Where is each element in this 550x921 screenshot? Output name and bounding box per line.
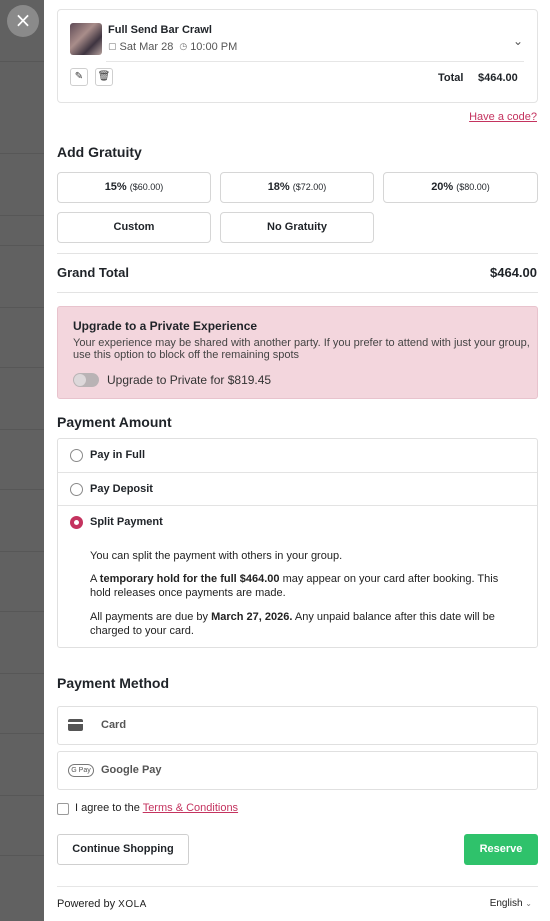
radio-button[interactable]	[70, 449, 83, 462]
event-time: 10:00 PM	[190, 41, 238, 53]
pay-option-label: Split Payment	[90, 516, 163, 528]
xola-logo: XOLA	[118, 899, 147, 910]
expand-chevron-icon[interactable]: ⌄	[513, 34, 523, 48]
close-icon: ×	[14, 8, 32, 32]
upgrade-private-toggle[interactable]	[73, 373, 99, 387]
split-due-notice: All payments are due by March 27, 2026. …	[90, 611, 495, 637]
upgrade-title: Upgrade to a Private Experience	[73, 319, 258, 333]
backdrop-line	[0, 367, 44, 368]
terms-link[interactable]: Terms & Conditions	[143, 802, 238, 814]
terms-agreement: I agree to the Terms & Conditions	[75, 802, 239, 814]
split-info-line: You can split the payment with others in…	[90, 550, 343, 562]
gratuity-option-amount: ($60.00)	[129, 182, 164, 192]
gratuity-option-amount: ($80.00)	[456, 182, 490, 192]
pay-in-full-option[interactable]: Pay in Full	[58, 439, 537, 473]
language-label: English	[489, 898, 523, 909]
gratuity-option-label: 20%	[431, 181, 454, 193]
clock-icon: ◷	[179, 42, 188, 52]
backdrop-line	[0, 61, 44, 62]
gratuity-option-label: No Gratuity	[267, 221, 327, 233]
event-title: Full Send Bar Crawl	[108, 24, 212, 36]
terms-checkbox[interactable]	[57, 803, 69, 815]
gratuity-heading: Add Gratuity	[57, 144, 142, 160]
no-gratuity-button[interactable]: No Gratuity	[220, 212, 374, 243]
pay-option-label: Pay Deposit	[90, 483, 153, 495]
payment-method-label: Google Pay	[101, 764, 162, 776]
google-pay-icon: G Pay	[68, 764, 94, 777]
pay-option-label: Pay in Full	[90, 449, 146, 461]
backdrop-line	[0, 153, 44, 154]
cart-item-card: Full Send Bar Crawl ▢ Sat Mar 28 ◷ 10:00…	[57, 9, 538, 103]
backdrop-line	[0, 733, 44, 734]
pay-deposit-option[interactable]: Pay Deposit	[58, 473, 537, 506]
upgrade-toggle-label[interactable]: Upgrade to Private for $819.45	[107, 373, 271, 387]
trash-icon: 🗑	[97, 71, 111, 82]
split-hold-notice: A temporary hold for the full $464.00 ma…	[90, 573, 499, 599]
backdrop-line	[0, 429, 44, 430]
modal-backdrop[interactable]	[0, 0, 44, 921]
backdrop-line	[0, 551, 44, 552]
calendar-icon: ▢	[108, 42, 117, 52]
delete-button[interactable]: 🗑	[95, 68, 113, 86]
footer-divider	[57, 886, 538, 887]
chevron-down-icon: ⌄	[525, 899, 532, 908]
section-divider	[57, 292, 538, 293]
gratuity-option-label: Custom	[113, 221, 155, 233]
event-datetime: ▢ Sat Mar 28 ◷ 10:00 PM	[108, 41, 237, 53]
gratuity-20-button[interactable]: 20% ($80.00)	[383, 172, 538, 203]
google-pay-option[interactable]: G Pay Google Pay	[57, 751, 538, 790]
gratuity-option-label: 18%	[267, 181, 290, 193]
backdrop-line	[0, 855, 44, 856]
close-button[interactable]: ×	[7, 5, 39, 37]
language-selector[interactable]: English ⌄	[490, 898, 532, 909]
total-label: Total	[438, 72, 464, 84]
gratuity-option-amount: ($72.00)	[292, 182, 327, 192]
backdrop-line	[0, 489, 44, 490]
grand-total-value: $464.00	[490, 265, 537, 280]
backdrop-line	[0, 215, 44, 216]
gratuity-15-button[interactable]: 15% ($60.00)	[57, 172, 211, 203]
grand-total-label: Grand Total	[57, 265, 129, 280]
pencil-icon: ✎	[74, 71, 84, 82]
reserve-button[interactable]: Reserve	[464, 834, 538, 865]
backdrop-line	[0, 307, 44, 308]
section-divider	[57, 253, 538, 254]
radio-button[interactable]	[70, 483, 83, 496]
event-thumbnail	[70, 23, 102, 55]
upgrade-description: Your experience may be shared with anoth…	[73, 337, 530, 361]
backdrop-line	[0, 611, 44, 612]
total-value: $464.00	[478, 72, 518, 84]
backdrop-line	[0, 245, 44, 246]
backdrop-line	[0, 673, 44, 674]
powered-by: Powered by XOLA	[57, 898, 147, 910]
checkout-panel: Full Send Bar Crawl ▢ Sat Mar 28 ◷ 10:00…	[44, 0, 550, 921]
toggle-knob	[74, 374, 86, 386]
edit-button[interactable]: ✎	[70, 68, 88, 86]
payment-method-heading: Payment Method	[57, 675, 170, 691]
split-payment-option[interactable]: Split Payment You can split the payment …	[58, 506, 537, 647]
radio-button-selected[interactable]	[70, 516, 83, 529]
card-payment-option[interactable]: Card	[57, 706, 538, 745]
gratuity-custom-button[interactable]: Custom	[57, 212, 211, 243]
backdrop-line	[0, 795, 44, 796]
continue-shopping-button[interactable]: Continue Shopping	[57, 834, 189, 865]
credit-card-icon	[68, 719, 83, 731]
payment-method-label: Card	[101, 719, 127, 731]
card-divider	[106, 61, 524, 62]
event-date: Sat Mar 28	[119, 41, 174, 53]
gratuity-option-label: 15%	[104, 181, 127, 193]
payment-amount-options: Pay in Full Pay Deposit Split Payment Yo…	[57, 438, 538, 648]
private-upgrade-box: Upgrade to a Private Experience Your exp…	[57, 306, 538, 399]
have-a-code-link[interactable]: Have a code?	[469, 111, 537, 123]
payment-amount-heading: Payment Amount	[57, 414, 172, 430]
gratuity-18-button[interactable]: 18% ($72.00)	[220, 172, 374, 203]
